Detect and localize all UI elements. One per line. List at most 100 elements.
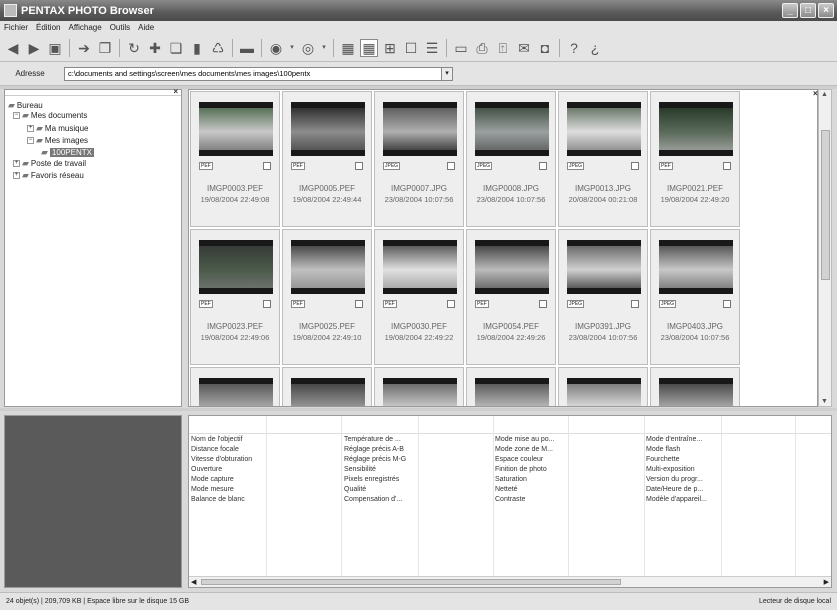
- select-checkbox[interactable]: [447, 300, 455, 308]
- photo-thumbnail[interactable]: [659, 240, 733, 294]
- scroll-down-icon[interactable]: ▼: [821, 398, 828, 405]
- photo-thumbnail[interactable]: [383, 378, 457, 406]
- grid-medium-icon[interactable]: ▦: [360, 38, 378, 57]
- thumbnail-cell[interactable]: [282, 367, 372, 406]
- close-grid-pane-icon[interactable]: ×: [813, 89, 818, 98]
- export-icon[interactable]: ⍐: [494, 39, 512, 57]
- thumbnail-cell[interactable]: [650, 367, 740, 406]
- grid-large-icon[interactable]: ⊞: [381, 39, 399, 57]
- thumbnail-scrollbar[interactable]: ▲ ▼: [818, 89, 832, 407]
- menu-aide[interactable]: Aide: [138, 23, 154, 32]
- select-checkbox[interactable]: [355, 162, 363, 170]
- thumbnail-cell[interactable]: PEF IMGP0025.PEF 19/08/2004 22:49:10: [282, 229, 372, 365]
- menu-affichage[interactable]: Affichage: [68, 23, 101, 32]
- thumbnail-cell[interactable]: [374, 367, 464, 406]
- rename-icon[interactable]: ▬: [238, 39, 256, 57]
- photo-thumbnail[interactable]: [383, 102, 457, 156]
- tree-expander-icon[interactable]: +: [13, 172, 20, 179]
- photo-thumbnail[interactable]: [659, 378, 733, 406]
- rotate-icon[interactable]: ↻: [125, 39, 143, 57]
- thumbnail-cell[interactable]: PEF IMGP0005.PEF 19/08/2004 22:49:44: [282, 91, 372, 227]
- crop-icon[interactable]: ✚: [146, 39, 164, 57]
- thumbnail-cell[interactable]: JPEG IMGP0403.JPG 23/08/2004 10:07:56: [650, 229, 740, 365]
- menu-edition[interactable]: Édition: [36, 23, 60, 32]
- minimize-button[interactable]: _: [782, 3, 798, 18]
- maximize-button[interactable]: □: [800, 3, 816, 18]
- thumbnail-cell[interactable]: [466, 367, 556, 406]
- info-horizontal-scrollbar[interactable]: ◀ ▶: [189, 576, 831, 587]
- select-checkbox[interactable]: [539, 300, 547, 308]
- tree-expander-icon[interactable]: −: [27, 137, 34, 144]
- thumbnail-cell[interactable]: [190, 367, 280, 406]
- photo-thumbnail[interactable]: [659, 102, 733, 156]
- email-icon[interactable]: ✉: [515, 39, 533, 57]
- photo-thumbnail[interactable]: [199, 240, 273, 294]
- select-checkbox[interactable]: [447, 162, 455, 170]
- view-dropdown-icon[interactable]: ▾: [288, 39, 296, 57]
- thumbnail-cell[interactable]: JPEG IMGP0007.JPG 23/08/2004 10:07:56: [374, 91, 464, 227]
- move-icon[interactable]: ➔: [75, 39, 93, 57]
- menu-fichier[interactable]: Fichier: [4, 23, 28, 32]
- folder-up-icon[interactable]: ▣: [46, 39, 64, 57]
- select-checkbox[interactable]: [263, 162, 271, 170]
- forward-icon[interactable]: ▶: [25, 39, 43, 57]
- tree-expander-icon[interactable]: +: [13, 160, 20, 167]
- photo-thumbnail[interactable]: [291, 240, 365, 294]
- paste-icon[interactable]: ▮: [188, 39, 206, 57]
- thumbnail-cell[interactable]: JPEG IMGP0008.JPG 23/08/2004 10:07:56: [466, 91, 556, 227]
- select-checkbox[interactable]: [631, 300, 639, 308]
- horizontal-scroll-thumb[interactable]: [201, 579, 621, 585]
- about-icon[interactable]: ¿: [586, 39, 604, 57]
- copy-icon[interactable]: ❐: [96, 39, 114, 57]
- photo-thumbnail[interactable]: [199, 378, 273, 406]
- tree-expander-icon[interactable]: −: [13, 112, 20, 119]
- scroll-up-icon[interactable]: ▲: [821, 91, 828, 98]
- delete-icon[interactable]: ♺: [209, 39, 227, 57]
- grid-small-icon[interactable]: ▦: [339, 39, 357, 57]
- photo-thumbnail[interactable]: [291, 378, 365, 406]
- view-icon[interactable]: ◉: [267, 39, 285, 57]
- photo-thumbnail[interactable]: [567, 102, 641, 156]
- print-icon[interactable]: ⎙: [473, 39, 491, 57]
- tree-node[interactable]: ▰ 100PENTX: [41, 147, 94, 158]
- thumbnail-cell[interactable]: PEF IMGP0030.PEF 19/08/2004 22:49:22: [374, 229, 464, 365]
- scroll-thumb[interactable]: [821, 130, 830, 280]
- photo-thumbnail[interactable]: [475, 378, 549, 406]
- address-dropdown-icon[interactable]: ▾: [442, 66, 453, 81]
- select-checkbox[interactable]: [539, 162, 547, 170]
- single-view-icon[interactable]: ☐: [402, 39, 420, 57]
- slideshow-icon[interactable]: ▭: [452, 39, 470, 57]
- scroll-left-icon[interactable]: ◀: [191, 578, 196, 586]
- photo-thumbnail[interactable]: [199, 102, 273, 156]
- thumbnail-cell[interactable]: [558, 367, 648, 406]
- photo-thumbnail[interactable]: [291, 102, 365, 156]
- thumbnail-cell[interactable]: PEF IMGP0054.PEF 19/08/2004 22:49:26: [466, 229, 556, 365]
- select-checkbox[interactable]: [631, 162, 639, 170]
- close-tree-pane-icon[interactable]: ×: [173, 87, 178, 96]
- tree-node[interactable]: − ▰ Mes images: [27, 135, 88, 146]
- photo-thumbnail[interactable]: [567, 240, 641, 294]
- cd-dropdown-icon[interactable]: ▾: [320, 39, 328, 57]
- scroll-right-icon[interactable]: ▶: [824, 578, 829, 586]
- tree-node[interactable]: + ▰ Ma musique: [27, 123, 89, 134]
- list-view-icon[interactable]: ☰: [423, 39, 441, 57]
- thumbnail-cell[interactable]: JPEG IMGP0391.JPG 23/08/2004 10:07:56: [558, 229, 648, 365]
- close-button[interactable]: ×: [818, 3, 834, 18]
- select-checkbox[interactable]: [355, 300, 363, 308]
- tree-node[interactable]: + ▰ Poste de travail: [13, 158, 86, 169]
- select-checkbox[interactable]: [723, 300, 731, 308]
- tree-node[interactable]: + ▰ Favoris réseau: [13, 170, 84, 181]
- tree-node[interactable]: − ▰ Mes documents: [13, 110, 87, 121]
- back-icon[interactable]: ◀: [4, 39, 22, 57]
- menu-outils[interactable]: Outils: [110, 23, 130, 32]
- camera-icon[interactable]: ◘: [536, 39, 554, 57]
- photo-thumbnail[interactable]: [383, 240, 457, 294]
- photo-thumbnail[interactable]: [475, 240, 549, 294]
- thumbnail-cell[interactable]: JPEG IMGP0013.JPG 20/08/2004 00:21:08: [558, 91, 648, 227]
- copy-file-icon[interactable]: ❏: [167, 39, 185, 57]
- thumbnail-cell[interactable]: PEF IMGP0023.PEF 19/08/2004 22:49:06: [190, 229, 280, 365]
- help-icon[interactable]: ?: [565, 39, 583, 57]
- select-checkbox[interactable]: [263, 300, 271, 308]
- thumbnail-cell[interactable]: PEF IMGP0003.PEF 19/08/2004 22:49:08: [190, 91, 280, 227]
- photo-thumbnail[interactable]: [475, 102, 549, 156]
